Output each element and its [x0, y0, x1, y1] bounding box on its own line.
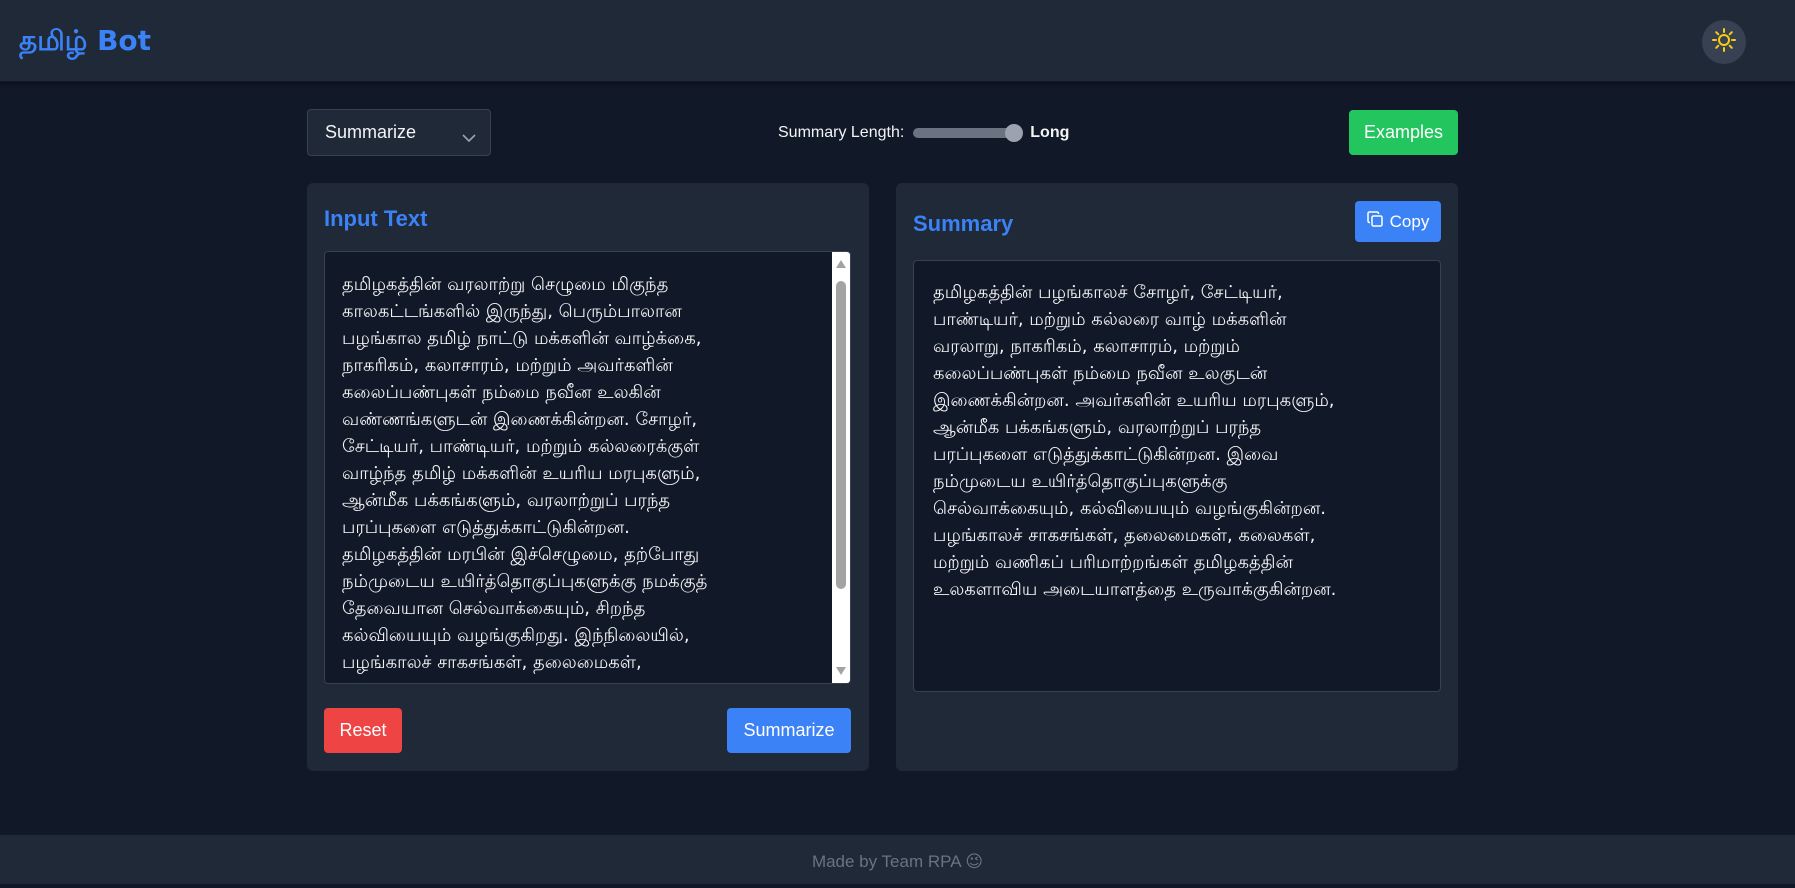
- scrollbar-thumb[interactable]: [836, 281, 846, 589]
- mode-select-value: Summarize: [325, 122, 417, 142]
- footer-bottom-strip: [0, 884, 1795, 888]
- summary-length-label: Summary Length:: [778, 124, 905, 141]
- copy-icon: [1366, 210, 1384, 233]
- brand-title[interactable]: தமிழ் Bot: [19, 24, 151, 61]
- scroll-down-arrow-icon[interactable]: [835, 665, 847, 677]
- footer-text: Made by Team RPA 😉: [811, 851, 984, 871]
- input-text[interactable]: தமிழகத்தின் வரலாற்று செழுமை மிகுந்த காலக…: [342, 271, 812, 676]
- input-panel-title: Input Text: [324, 206, 428, 231]
- summary-length-slider-thumb[interactable]: [1005, 124, 1024, 142]
- copy-button[interactable]: Copy: [1355, 201, 1441, 242]
- sun-icon: [1711, 27, 1737, 58]
- input-panel: Input Text தமிழகத்தின் வரலாற்று செழுமை ம…: [307, 183, 869, 771]
- summary-length-slider[interactable]: [913, 124, 1024, 142]
- footer: Made by Team RPA 😉: [0, 835, 1795, 888]
- summary-panel: Summary Copy தமிழகத்தின் பழங்காலச் சோழர்…: [896, 183, 1458, 771]
- summary-length-control: Summary Length: Long: [778, 117, 1069, 149]
- examples-button[interactable]: Examples: [1349, 110, 1458, 155]
- chevron-down-icon: [462, 127, 476, 148]
- reset-button[interactable]: Reset: [324, 708, 402, 753]
- summary-length-value: Long: [1030, 124, 1070, 141]
- input-scrollbar[interactable]: [832, 252, 850, 683]
- theme-toggle-button[interactable]: [1702, 20, 1746, 64]
- scroll-up-arrow-icon[interactable]: [835, 258, 847, 270]
- summary-output: தமிழகத்தின் பழங்காலச் சோழர், சேட்டியர், …: [913, 260, 1441, 692]
- controls-bar: Summarize Summary Length: Long Examples: [307, 109, 1458, 157]
- navbar: தமிழ் Bot: [0, 0, 1795, 82]
- summary-text: தமிழகத்தின் பழங்காலச் சோழர், சேட்டியர், …: [933, 282, 1337, 600]
- copy-label: Copy: [1389, 211, 1430, 231]
- summary-panel-title: Summary: [913, 211, 1014, 236]
- summarize-button[interactable]: Summarize: [727, 708, 851, 753]
- input-textarea[interactable]: தமிழகத்தின் வரலாற்று செழுமை மிகுந்த காலக…: [324, 251, 851, 684]
- mode-select[interactable]: Summarize: [307, 109, 491, 156]
